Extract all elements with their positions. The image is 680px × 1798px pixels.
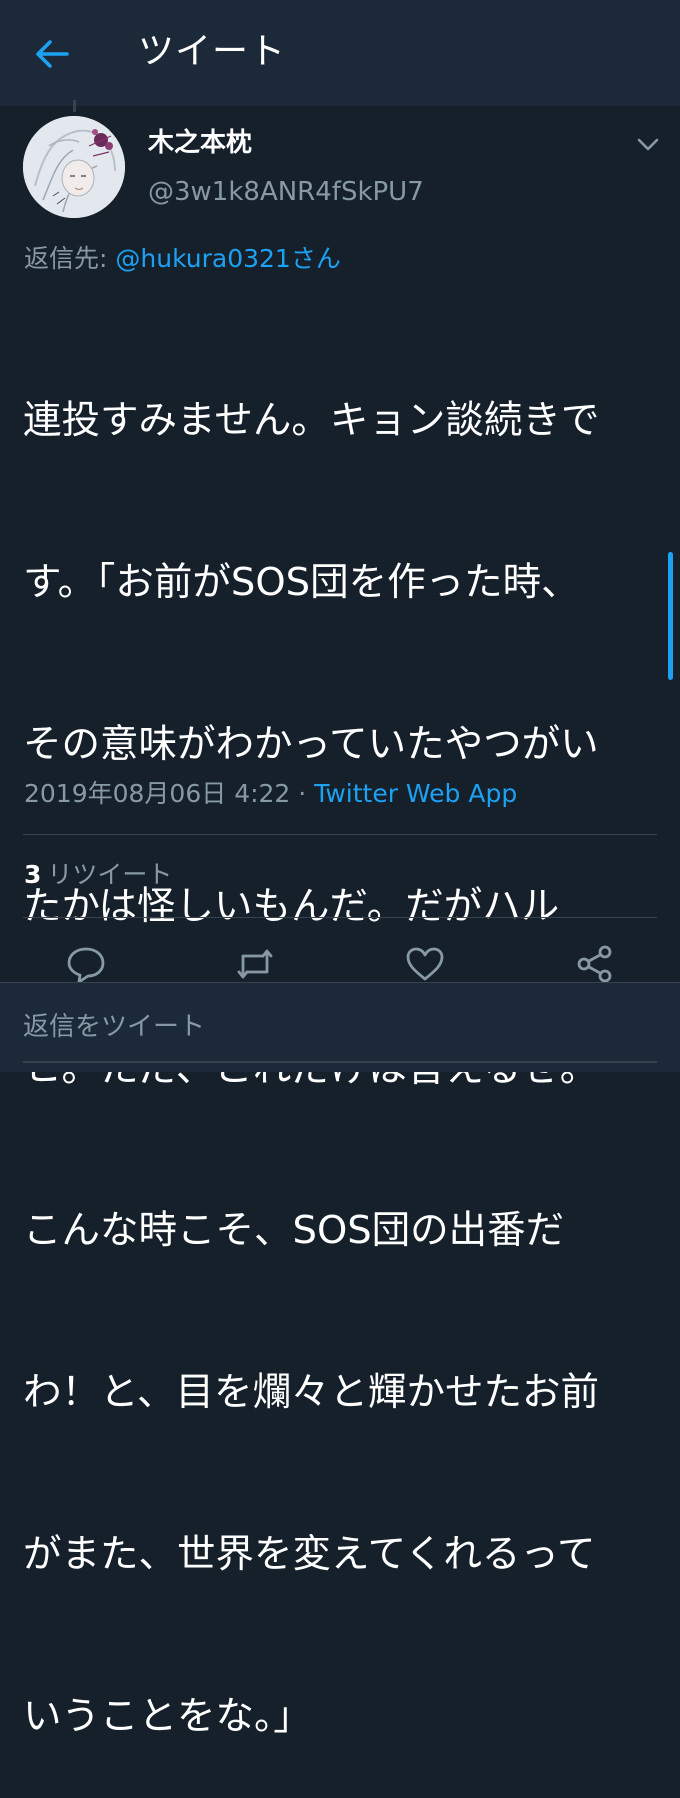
chevron-down-icon — [637, 138, 659, 151]
tweet-text-line: す。「お前がSOS団を作った時、 — [23, 560, 580, 605]
avatar-illustration — [23, 116, 125, 218]
retweet-button[interactable] — [235, 944, 275, 984]
author-name[interactable]: 木之本枕 — [148, 124, 252, 162]
timestamp: 2019年08月06日 4:22 — [24, 779, 291, 808]
page-title: ツイート — [138, 31, 287, 72]
tweet-text-line: わ！と、目を爛々と輝かせたお前 — [23, 1370, 599, 1415]
divider — [23, 917, 657, 918]
back-button[interactable] — [32, 36, 72, 72]
avatar[interactable] — [23, 116, 125, 218]
tweet-meta: 2019年08月06日 4:22 · Twitter Web App — [24, 774, 517, 814]
retweet-stats[interactable]: 3 リツイート — [24, 855, 172, 895]
retweet-count: 3 — [24, 860, 42, 889]
tweet-text-line: その意味がわかっていたやつがい — [23, 722, 599, 767]
like-button[interactable] — [405, 944, 445, 984]
retweet-icon — [237, 949, 273, 979]
top-app-bar: ツイート — [0, 0, 680, 106]
reply-icon — [67, 947, 105, 984]
share-icon — [577, 945, 612, 983]
reply-input[interactable]: 返信をツイート — [23, 1007, 657, 1057]
divider — [23, 834, 657, 835]
reply-button[interactable] — [66, 944, 106, 984]
more-options-button[interactable] — [634, 130, 662, 158]
share-button[interactable] — [575, 944, 615, 984]
reply-context: 返信先: @hukura0321さん — [24, 240, 341, 278]
tweet-text-line: いうことをな。」 — [23, 1694, 312, 1739]
scrollbar[interactable] — [668, 552, 673, 680]
tweet-text-line: がまた、世界を変えてくれるって — [23, 1532, 596, 1577]
meta-separator: · — [290, 779, 315, 808]
thread-line — [73, 100, 76, 112]
reply-input-underline — [23, 1061, 657, 1063]
reply-to-link[interactable]: @hukura0321さん — [115, 244, 340, 273]
author-handle[interactable]: @3w1k8ANR4fSkPU7 — [148, 173, 424, 211]
source-app-link[interactable]: Twitter Web App — [314, 779, 517, 808]
like-icon — [406, 947, 444, 981]
reply-composer: 返信をツイート — [0, 982, 680, 1072]
reply-prefix: 返信先: — [24, 244, 116, 273]
tweet-text-line: 連投すみません。キョン談続きで — [23, 398, 600, 443]
arrow-left-icon — [36, 40, 69, 68]
retweet-label: リツイート — [47, 860, 173, 889]
tweet-text-line: こんな時こそ、SOS団の出番だ — [23, 1208, 565, 1253]
